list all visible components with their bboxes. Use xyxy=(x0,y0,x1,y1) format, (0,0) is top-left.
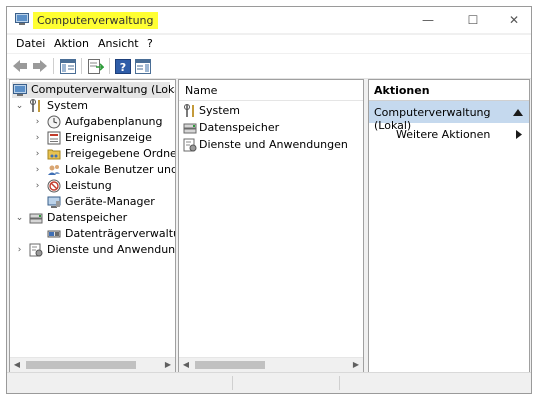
storage-icon xyxy=(183,123,197,134)
column-header-row: Name xyxy=(179,80,363,101)
computer-management-icon xyxy=(15,13,29,25)
expand-chevron-icon[interactable]: › xyxy=(33,130,42,146)
computer-management-icon xyxy=(13,84,27,96)
collapse-chevron-icon[interactable]: ⌄ xyxy=(15,210,24,226)
tree-item-dienste[interactable]: › Dienste und Anwendungen xyxy=(12,242,176,258)
device-manager-icon xyxy=(47,196,61,208)
status-bar xyxy=(7,372,531,393)
expand-chevron-icon[interactable]: › xyxy=(15,242,24,258)
action-pane-title: Aktionen xyxy=(374,84,430,97)
submenu-arrow-icon xyxy=(516,130,522,139)
tree-label: Dienste und Anwendungen xyxy=(47,243,176,256)
tree-label: Lokale Benutzer und Gr xyxy=(65,163,176,176)
expand-chevron-icon[interactable]: › xyxy=(33,162,42,178)
tree-label: Datenträgerverwaltung xyxy=(65,227,175,240)
action-pane: Aktionen Computerverwaltung (Lokal) Weit… xyxy=(368,79,530,373)
mmc-window: Computerverwaltung — ☐ ✕ Datei Aktion An… xyxy=(6,6,532,394)
collapse-chevron-icon[interactable]: ⌄ xyxy=(15,98,24,114)
minimize-button[interactable]: — xyxy=(411,9,445,31)
tree-label: Computerverwaltung (Lokal) xyxy=(31,83,176,96)
menu-aktion[interactable]: Aktion xyxy=(54,37,89,50)
tree-label: Leistung xyxy=(65,179,112,192)
tree-item-geraete-manager[interactable]: Geräte-Manager xyxy=(12,194,172,210)
services-icon xyxy=(29,243,43,257)
users-icon xyxy=(48,165,60,175)
tree-item-aufgabenplanung[interactable]: › Aufgabenplanung xyxy=(12,114,172,130)
scroll-left-arrow-icon[interactable]: ◀ xyxy=(10,358,24,372)
toolbar: ? xyxy=(7,54,531,79)
menu-help[interactable]: ? xyxy=(147,37,153,50)
window-title: Computerverwaltung xyxy=(33,12,158,29)
tree-item-freigegebene-ordner[interactable]: › Freigegebene Ordner xyxy=(12,146,175,162)
close-button[interactable]: ✕ xyxy=(497,9,531,31)
action-label: Weitere Aktionen xyxy=(396,128,491,141)
status-separator xyxy=(232,376,233,390)
forward-icon[interactable] xyxy=(31,57,49,75)
help-icon[interactable]: ? xyxy=(114,57,132,75)
svg-text:?: ? xyxy=(120,61,126,74)
export-list-icon[interactable] xyxy=(87,57,105,75)
shared-folder-icon xyxy=(47,149,61,160)
scroll-right-arrow-icon[interactable]: ▶ xyxy=(349,358,363,372)
list-pane[interactable]: Name System Datenspeicher Dienste und An… xyxy=(178,79,364,373)
menu-bar: Datei Aktion Ansicht ? xyxy=(7,35,531,53)
list-item-label: Dienste und Anwendungen xyxy=(199,138,348,151)
list-item-label: Datenspeicher xyxy=(199,121,280,134)
tree-item-datentraegerverwaltung[interactable]: Datenträgerverwaltung xyxy=(12,226,175,242)
maximize-button[interactable]: ☐ xyxy=(456,9,490,31)
expand-chevron-icon[interactable]: › xyxy=(33,178,42,194)
title-bar[interactable]: Computerverwaltung — ☐ ✕ xyxy=(7,7,531,33)
tree-label: Geräte-Manager xyxy=(65,195,155,208)
expand-chevron-icon[interactable]: › xyxy=(33,146,42,162)
tree-item-datenspeicher[interactable]: ⌄ Datenspeicher xyxy=(12,210,172,226)
list-item-dienste[interactable]: Dienste und Anwendungen xyxy=(183,137,363,153)
toolbar-separator xyxy=(53,58,54,74)
tree-label: Ereignisanzeige xyxy=(65,131,152,144)
tree-item-ereignisanzeige[interactable]: › Ereignisanzeige xyxy=(12,130,172,146)
status-separator xyxy=(339,376,340,390)
list-horizontal-scrollbar[interactable]: ◀ ▶ xyxy=(179,357,363,372)
disk-management-icon xyxy=(47,230,61,238)
tree-item-system[interactable]: ⌄ System xyxy=(12,98,172,114)
tree-pane[interactable]: Computerverwaltung (Lokal) ⌄ System › Au… xyxy=(9,79,176,373)
tools-icon xyxy=(184,104,194,117)
toolbar-separator xyxy=(109,58,110,74)
list-item-label: System xyxy=(199,104,241,117)
menu-ansicht[interactable]: Ansicht xyxy=(98,37,139,50)
back-icon[interactable] xyxy=(11,57,29,75)
action-section-header[interactable]: Computerverwaltung (Lokal) xyxy=(369,101,529,132)
clock-icon xyxy=(47,115,61,129)
tree-item-lokale-benutzer[interactable]: › Lokale Benutzer und Gr xyxy=(12,162,176,178)
performance-icon xyxy=(47,179,61,193)
tree-label: Aufgabenplanung xyxy=(65,115,163,128)
services-icon xyxy=(183,138,197,152)
scroll-thumb[interactable] xyxy=(26,361,136,369)
show-hide-tree-icon[interactable] xyxy=(59,57,77,75)
tree-item-root[interactable]: Computerverwaltung (Lokal) xyxy=(12,82,175,98)
scroll-thumb[interactable] xyxy=(195,361,265,369)
event-viewer-icon xyxy=(47,131,61,145)
tree-item-leistung[interactable]: › Leistung xyxy=(12,178,172,194)
scroll-left-arrow-icon[interactable]: ◀ xyxy=(179,358,193,372)
action-pane-header: Aktionen xyxy=(369,80,529,101)
storage-icon xyxy=(29,213,43,224)
action-weitere-aktionen[interactable]: Weitere Aktionen xyxy=(369,124,529,144)
toolbar-separator xyxy=(81,58,82,74)
tree-horizontal-scrollbar[interactable]: ◀ ▶ xyxy=(10,357,175,372)
tree-label: Freigegebene Ordner xyxy=(65,147,176,160)
tree-label: System xyxy=(47,99,89,112)
tools-icon xyxy=(30,99,40,112)
collapse-triangle-icon[interactable] xyxy=(513,108,523,116)
tree-label: Datenspeicher xyxy=(47,211,128,224)
list-item-datenspeicher[interactable]: Datenspeicher xyxy=(183,120,353,136)
show-hide-action-pane-icon[interactable] xyxy=(134,57,152,75)
column-header-name[interactable]: Name xyxy=(185,84,217,97)
menu-datei[interactable]: Datei xyxy=(16,37,45,50)
scroll-right-arrow-icon[interactable]: ▶ xyxy=(161,358,175,372)
list-item-system[interactable]: System xyxy=(183,103,353,119)
expand-chevron-icon[interactable]: › xyxy=(33,114,42,130)
